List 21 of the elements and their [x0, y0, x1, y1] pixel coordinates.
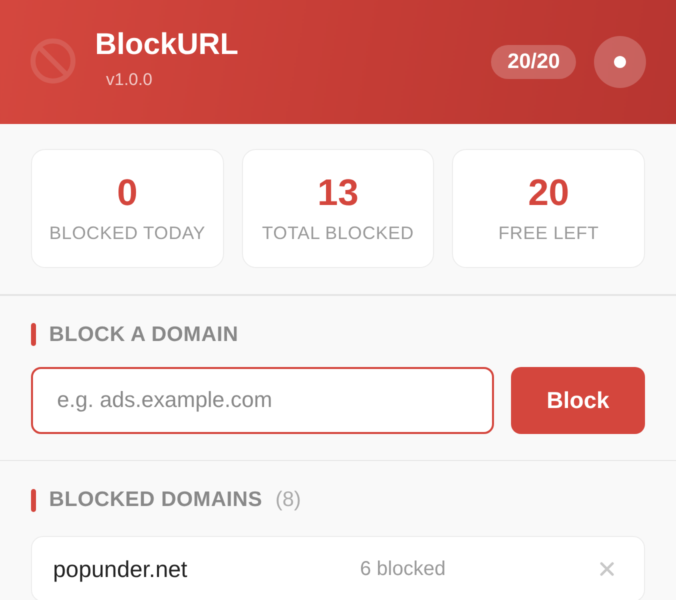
section-heading: BLOCK A DOMAIN — [49, 322, 238, 346]
stat-value: 0 — [117, 172, 138, 214]
stat-label: TOTAL BLOCKED — [262, 222, 414, 244]
quota-badge: 20/20 — [491, 45, 576, 79]
app-title: BlockURL — [95, 27, 238, 63]
stat-value: 13 — [317, 172, 359, 214]
accent-bar — [31, 488, 36, 512]
domain-count: (8) — [275, 488, 302, 512]
status-button[interactable] — [594, 36, 646, 88]
stat-label: BLOCKED TODAY — [49, 222, 206, 244]
accent-bar — [31, 323, 36, 346]
block-icon — [30, 38, 76, 84]
version-label: v1.0.0 — [106, 69, 152, 91]
block-button[interactable]: Block — [511, 366, 645, 434]
blocked-count: 6 blocked — [360, 558, 447, 580]
domain-name: popunder.net — [53, 556, 188, 582]
section-heading: BLOCKED DOMAINS — [49, 488, 262, 512]
stat-value: 20 — [528, 172, 570, 214]
stat-label: FREE LEFT — [498, 222, 599, 244]
domain-input-field[interactable]: e.g. ads.example.com — [31, 366, 494, 434]
dot-icon — [614, 56, 626, 68]
